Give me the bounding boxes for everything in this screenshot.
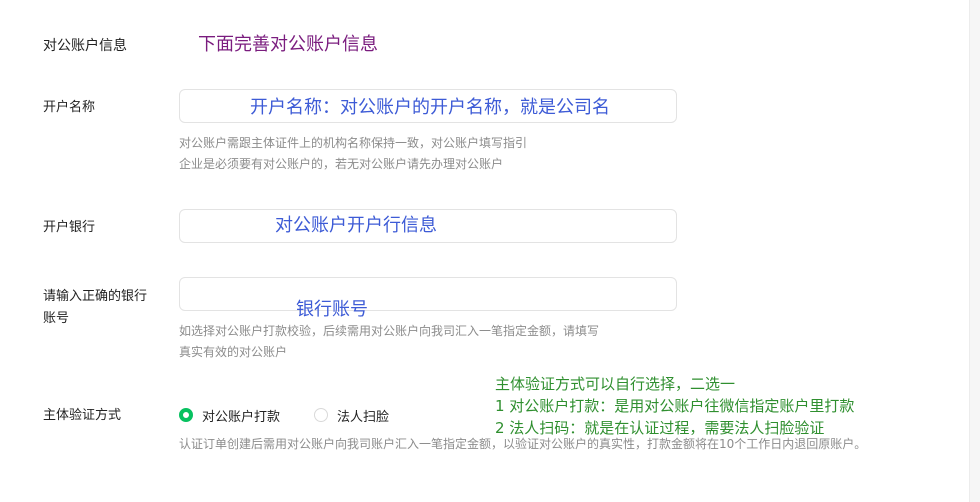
bank-annotation: 对公账户开户行信息 [275,215,437,236]
account-number-label-1: 请输入正确的银行 [43,289,148,304]
account-name-hint-1: 对公账户需跟主体证件上的机构名称保持一致，对公账户填写指引 [179,136,528,150]
radio-face-scan-label[interactable]: 法人扫脸 [337,406,389,425]
verification-annotation-3: 2 法人扫码：就是在认证过程，需要法人扫脸验证 [495,419,825,437]
account-number-label-2: 账号 [43,311,70,326]
radio-bank-transfer[interactable] [179,408,193,422]
verification-annotation-1: 主体验证方式可以自行选择，二选一 [495,375,736,393]
verification-annotation-2: 1 对公账户打款：是用对公账户往微信指定账户里打款 [495,397,855,415]
account-number-hint-2: 真实有效的对公账户 [179,345,288,359]
account-number-annotation: 银行账号 [296,299,368,320]
account-number-hint-1: 如选择对公账户打款校验，后续需用对公账户向我司汇入一笔指定金额，请填写 [179,324,600,338]
section-annotation: 下面完善对公账户信息 [198,34,378,55]
verification-label: 主体验证方式 [43,408,122,423]
account-name-label: 开户名称 [43,100,96,115]
radio-face-scan[interactable] [314,408,329,422]
radio-bank-transfer-label[interactable]: 对公账户打款 [202,406,280,425]
account-name-hint-2: 企业是必须要有对公账户的，若无对公账户请先办理对公账户 [179,157,504,171]
account-number-input[interactable] [179,277,677,311]
verification-radio-group: 对公账户打款 法人扫脸 [179,404,423,426]
bank-label: 开户银行 [43,220,96,235]
account-name-annotation: 开户名称：对公账户的开户名称，就是公司名 [250,97,610,118]
right-edge-panel [969,0,980,502]
section-title: 对公账户信息 [43,38,127,54]
